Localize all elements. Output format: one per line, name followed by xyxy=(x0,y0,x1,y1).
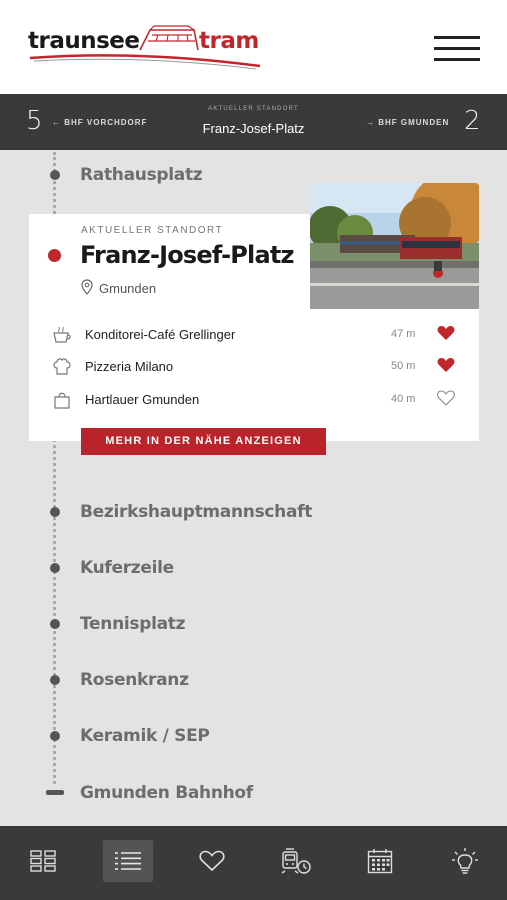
favorite-filled-heart-icon[interactable] xyxy=(437,357,455,373)
current-stop-label: AKTUELLER STANDORT xyxy=(81,225,224,236)
stop-dot xyxy=(50,507,60,517)
logo-word-tram: tram xyxy=(199,28,259,54)
stop-keramik-sep[interactable]: Keramik / SEP xyxy=(80,726,210,746)
current-location-label: AKTUELLER STANDORT xyxy=(208,106,299,112)
stop-bezirkshauptmannschaft[interactable]: Bezirkshauptmannschaft xyxy=(80,502,312,522)
hamburger-menu-button[interactable] xyxy=(434,36,480,62)
nearby-places-card: Konditorei-Café Grellinger 47 m Pizzeria… xyxy=(29,309,479,441)
poi-name: Hartlauer Gmunden xyxy=(85,392,200,407)
lightbulb-icon xyxy=(452,848,478,874)
nav-grid-button[interactable] xyxy=(18,840,68,882)
grid-icon xyxy=(30,850,56,872)
menu-line-icon xyxy=(434,58,480,61)
stop-gmunden-bahnhof[interactable]: Gmunden Bahnhof xyxy=(80,783,253,803)
location-pin-icon xyxy=(81,279,93,295)
poi-name: Pizzeria Milano xyxy=(85,359,174,374)
show-more-nearby-button[interactable]: MEHR IN DER NÄHE ANZEIGEN xyxy=(81,428,326,455)
favorite-outline-heart-icon[interactable] xyxy=(437,390,455,406)
direction-gmunden-link[interactable]: → BHF GMUNDEN xyxy=(366,118,449,127)
coffee-cup-icon xyxy=(53,326,71,343)
stop-photo xyxy=(310,183,479,309)
current-stop-title: Franz-Josef-Platz xyxy=(80,241,295,269)
stop-kuferzeile[interactable]: Kuferzeile xyxy=(80,558,174,578)
terminus-marker xyxy=(46,790,64,795)
logo-swoosh-icon xyxy=(29,54,261,70)
chef-hat-icon xyxy=(53,358,71,375)
stop-dot xyxy=(50,563,60,573)
stop-rosenkranz[interactable]: Rosenkranz xyxy=(80,670,189,690)
logo-word-traunsee: traunsee xyxy=(28,28,140,54)
menu-line-icon xyxy=(434,47,480,50)
traunsee-tram-logo[interactable]: traunsee tram xyxy=(28,24,268,76)
current-stop-card: AKTUELLER STANDORT Franz-Josef-Platz Gmu… xyxy=(29,214,310,309)
nav-tips-button[interactable] xyxy=(440,840,490,882)
nav-list-button[interactable] xyxy=(103,840,153,882)
list-icon xyxy=(115,852,141,870)
shopping-bag-icon xyxy=(54,392,70,409)
app-header: traunsee tram xyxy=(0,0,507,94)
poi-item[interactable]: Konditorei-Café Grellinger 47 m xyxy=(29,320,479,350)
current-stop-dot xyxy=(48,249,61,262)
poi-distance: 40 m xyxy=(391,393,416,405)
poi-item[interactable]: Hartlauer Gmunden 40 m xyxy=(29,385,479,415)
direction-bar: 5 ← BHF VORCHDORF AKTUELLER STANDORT Fra… xyxy=(0,94,507,150)
poi-distance: 50 m xyxy=(391,360,416,372)
heart-icon xyxy=(199,850,225,872)
bottom-navigation xyxy=(0,826,507,900)
stop-dot xyxy=(50,675,60,685)
nav-calendar-button[interactable] xyxy=(355,840,405,882)
stop-dot xyxy=(50,731,60,741)
stop-dot xyxy=(50,170,60,180)
city-name: Gmunden xyxy=(99,281,157,296)
calendar-icon xyxy=(367,849,393,874)
nav-timetable-button[interactable] xyxy=(271,840,321,882)
favorite-filled-heart-icon[interactable] xyxy=(437,325,455,341)
stop-dot xyxy=(50,619,60,629)
nav-favorites-button[interactable] xyxy=(187,840,237,882)
tram-clock-icon xyxy=(281,848,311,874)
poi-name: Konditorei-Café Grellinger xyxy=(85,327,236,342)
stop-rathausplatz[interactable]: Rathausplatz xyxy=(80,165,203,185)
stop-tennisplatz[interactable]: Tennisplatz xyxy=(80,614,186,634)
current-stop-city: Gmunden xyxy=(81,279,157,296)
menu-line-icon xyxy=(434,36,480,39)
tram-logo-icon xyxy=(139,25,199,51)
stops-to-gmunden-count: 2 xyxy=(464,106,481,136)
poi-distance: 47 m xyxy=(391,328,416,340)
poi-item[interactable]: Pizzeria Milano 50 m xyxy=(29,352,479,382)
